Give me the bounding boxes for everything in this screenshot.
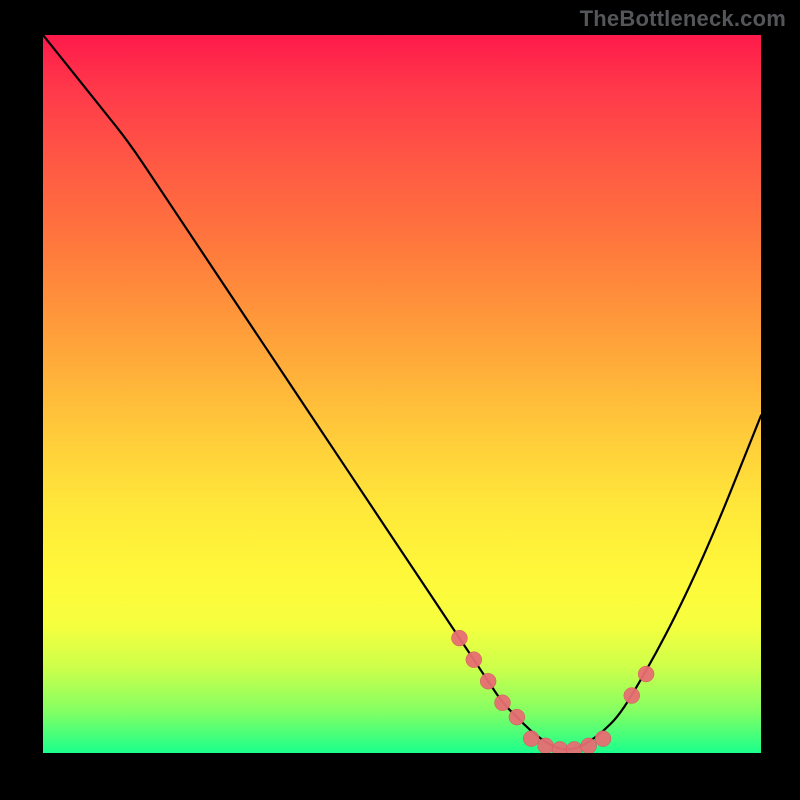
data-marker <box>523 731 539 747</box>
data-marker <box>480 673 496 689</box>
data-marker <box>451 630 467 646</box>
data-marker <box>552 741 568 753</box>
data-marker <box>509 709 525 725</box>
data-marker <box>581 738 597 753</box>
data-marker <box>624 688 640 704</box>
data-marker <box>638 666 654 682</box>
marker-group <box>451 630 654 753</box>
bottleneck-curve <box>43 35 761 749</box>
data-marker <box>495 695 511 711</box>
watermark-text: TheBottleneck.com <box>580 6 786 32</box>
data-marker <box>466 652 482 668</box>
series-layer <box>43 35 761 753</box>
data-marker <box>538 738 554 753</box>
data-marker <box>595 731 611 747</box>
chart-frame: TheBottleneck.com <box>0 0 800 800</box>
data-marker <box>566 741 582 753</box>
plot-area <box>43 35 761 753</box>
